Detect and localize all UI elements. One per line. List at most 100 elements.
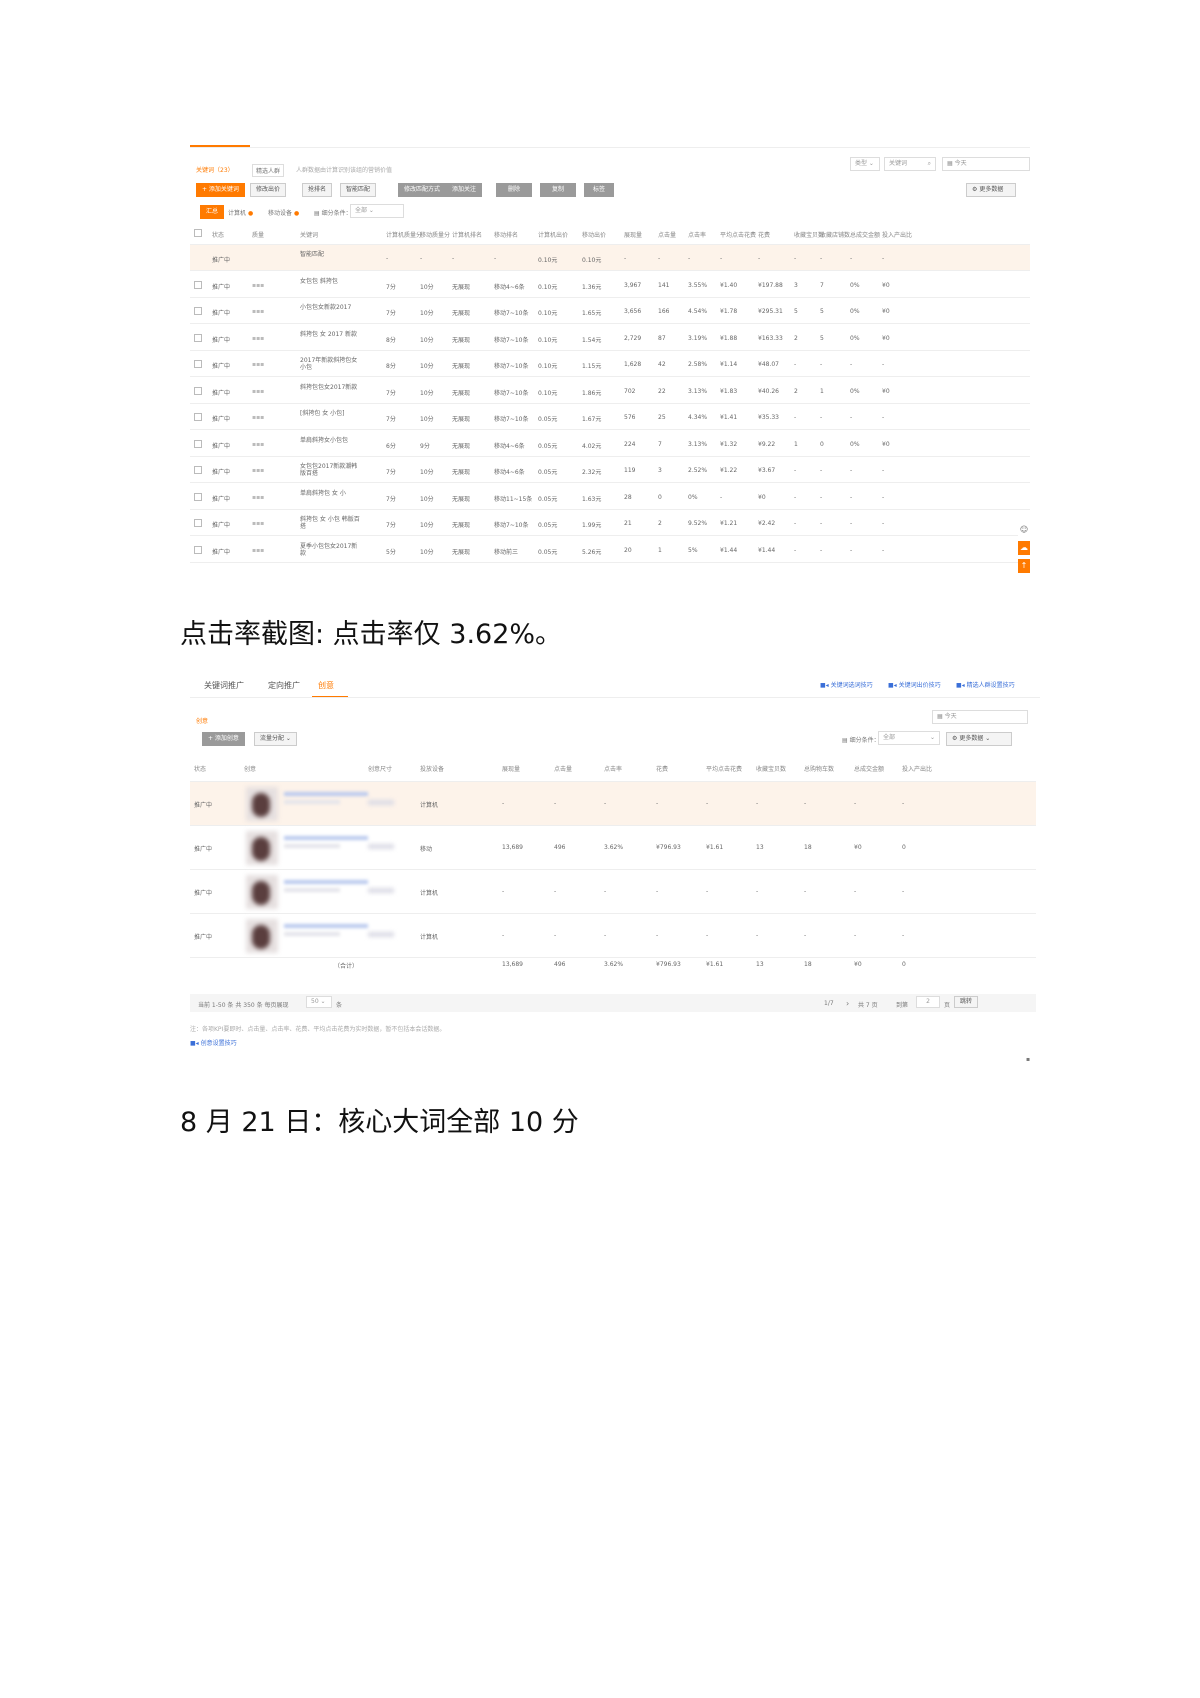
creative-title-blurred[interactable] <box>284 836 368 840</box>
add-keyword-button[interactable]: + 添加关键词 <box>196 183 245 197</box>
keyword-link[interactable]: 小包包女新款2017 <box>300 304 360 311</box>
row-checkbox[interactable] <box>194 360 202 368</box>
creative-title-blurred[interactable] <box>284 792 368 796</box>
keyword-link[interactable]: 单肩斜挎女小包包 <box>300 437 360 444</box>
video-link-crowd[interactable]: ■◂ 精选人群设置技巧 <box>956 680 1015 689</box>
more-data-button[interactable]: ⚙ 更多数据 <box>966 183 1016 197</box>
pc-filter[interactable]: 计算机 ● <box>228 208 253 217</box>
label-button[interactable]: 标签 <box>584 183 614 197</box>
row-checkbox[interactable] <box>194 413 202 421</box>
type-select[interactable]: 类型 ⌄ <box>850 157 880 171</box>
traffic-split-select[interactable]: 流量分配 ⌄ <box>254 732 297 746</box>
row-checkbox[interactable] <box>194 333 202 342</box>
goto-button[interactable]: 跳转 <box>954 996 979 1008</box>
rank-button[interactable]: 抢排名 <box>302 183 333 197</box>
tab-keyword-promotion[interactable]: 关键词推广 <box>204 680 244 691</box>
column-header[interactable]: 花费 <box>656 764 668 773</box>
next-page-icon[interactable]: › <box>846 999 849 1008</box>
column-header[interactable]: 投入产出比 <box>902 764 932 773</box>
creative-title-blurred[interactable] <box>284 880 368 884</box>
video-link-keyword-select[interactable]: ■◂ 关键词选词技巧 <box>820 680 873 689</box>
per-page-select[interactable]: 50 ⌄ <box>306 996 332 1008</box>
column-header[interactable]: 状态 <box>194 764 206 773</box>
add-creative-button[interactable]: + 添加创意 <box>202 732 245 746</box>
column-header[interactable]: 计算机出价 <box>538 230 568 239</box>
user-icon[interactable]: ☺ <box>1018 523 1030 537</box>
keyword-link[interactable]: 单肩斜挎包 女 小 <box>300 490 360 497</box>
row-checkbox[interactable] <box>194 386 202 395</box>
column-header[interactable]: 平均点击花费 <box>720 230 756 239</box>
scroll-handle-icon[interactable]: ▪ <box>1026 1056 1030 1063</box>
chat-icon[interactable]: ☁ <box>1018 541 1030 555</box>
keyword-link[interactable]: 夏季小包包女2017新款 <box>300 543 360 557</box>
column-header[interactable]: 点击量 <box>658 230 676 239</box>
column-header[interactable]: 总成交金额 <box>850 230 880 239</box>
delete-button[interactable]: 删除 <box>496 183 532 197</box>
column-header[interactable]: 点击率 <box>688 230 706 239</box>
tab-creative[interactable]: 创意 <box>318 680 334 691</box>
date-picker[interactable]: ▦ 今天 <box>932 710 1028 724</box>
row-checkbox[interactable] <box>194 439 202 448</box>
filter-select[interactable]: 全部 ⌄ <box>878 731 940 745</box>
creative-title-blurred[interactable] <box>284 924 368 928</box>
column-header[interactable]: 创意尺寸 <box>368 764 392 773</box>
video-link-keyword-bid[interactable]: ■◂ 关键词出价技巧 <box>888 680 941 689</box>
smart-match-button[interactable]: 智能匹配 <box>340 183 377 197</box>
column-header[interactable]: 展现量 <box>502 764 520 773</box>
column-header[interactable]: 移动出价 <box>582 230 606 239</box>
back-to-top-icon[interactable]: ↑ <box>1018 559 1030 573</box>
column-header[interactable]: 质量 <box>252 230 264 239</box>
creative-thumbnail[interactable] <box>246 787 278 821</box>
tab-target-promotion[interactable]: 定向推广 <box>268 680 300 691</box>
tab-crowd[interactable]: 精选人群 <box>252 164 285 177</box>
column-header[interactable]: 状态 <box>212 230 224 239</box>
creative-thumbnail[interactable] <box>246 875 278 909</box>
column-header[interactable]: 总购物车数 <box>804 764 834 773</box>
column-header[interactable]: 点击率 <box>604 764 622 773</box>
row-checkbox[interactable] <box>194 307 202 315</box>
add-focus-button[interactable]: 添加关注 <box>446 183 483 197</box>
keyword-link[interactable]: 女包包2017新款潮韩版百搭 <box>300 463 360 477</box>
row-checkbox[interactable] <box>194 492 202 501</box>
more-data-button[interactable]: ⚙ 更多数据 ⌄ <box>946 732 1012 746</box>
filter-select[interactable]: 全部 ⌄ <box>350 204 404 218</box>
creative-thumbnail[interactable] <box>246 831 278 865</box>
keyword-link[interactable]: [斜挎包 女 小包] <box>300 410 360 417</box>
column-header[interactable]: 投入产出比 <box>882 230 912 239</box>
keyword-search-input[interactable]: 关键词 ⌕ <box>884 157 936 171</box>
tab-keywords[interactable]: 关键词（23） <box>196 165 234 174</box>
select-all-checkbox[interactable] <box>194 229 202 237</box>
summary-filter[interactable]: 汇总 <box>200 205 225 219</box>
column-header[interactable]: 收藏店铺数 <box>820 230 850 239</box>
column-header[interactable]: 收藏宝贝数 <box>756 764 786 773</box>
creative-thumbnail[interactable] <box>246 919 278 953</box>
keyword-link[interactable]: 女包包 斜挎包 <box>300 278 360 285</box>
keyword-link[interactable]: 斜挎包 女 2017 新款 <box>300 331 360 338</box>
modify-bid-button[interactable]: 修改出价 <box>250 183 287 197</box>
mobile-filter[interactable]: 移动设备 ● <box>268 208 299 217</box>
column-header[interactable]: 平均点击花费 <box>706 764 742 773</box>
creative-help-link[interactable]: ■◂ 创意设置技巧 <box>190 1038 237 1047</box>
row-checkbox[interactable] <box>194 466 202 474</box>
column-header[interactable]: 创意 <box>244 764 256 773</box>
column-header[interactable]: 投放设备 <box>420 764 444 773</box>
column-header[interactable]: 关键词 <box>300 230 318 239</box>
keyword-link[interactable]: 斜挎包包女2017新款 <box>300 384 360 391</box>
row-checkbox[interactable] <box>194 519 202 527</box>
row-checkbox[interactable] <box>194 280 202 289</box>
column-header[interactable]: 移动排名 <box>494 230 518 239</box>
copy-button[interactable]: 复制 <box>540 183 576 197</box>
column-header[interactable]: 移动质量分 <box>420 230 450 239</box>
row-checkbox[interactable] <box>194 545 202 554</box>
column-header[interactable]: 展现量 <box>624 230 642 239</box>
column-header[interactable]: 计算机质量分 <box>386 230 422 239</box>
keyword-link[interactable]: 2017年新款斜挎包女小包 <box>300 357 360 371</box>
keyword-link[interactable]: 斜挎包 女 小包 韩版百搭 <box>300 516 360 530</box>
column-header[interactable]: 计算机排名 <box>452 230 482 239</box>
column-header[interactable]: 总成交金额 <box>854 764 884 773</box>
column-header[interactable]: 花费 <box>758 230 770 239</box>
date-picker[interactable]: ▦ 今天 <box>942 157 1030 171</box>
keyword-link[interactable]: 智能匹配 <box>300 251 360 258</box>
column-header[interactable]: 点击量 <box>554 764 572 773</box>
page-input[interactable]: 2 <box>916 996 940 1008</box>
